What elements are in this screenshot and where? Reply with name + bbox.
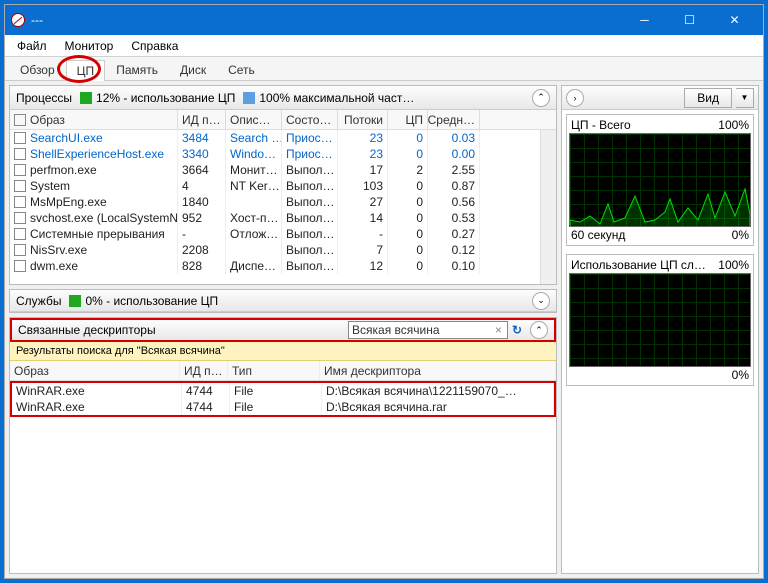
graphs-sidebar: › Вид ▼ ЦП - Всего100% 60 секунд0% Испол… xyxy=(561,85,759,574)
titlebar: --- ─ ☐ ✕ xyxy=(5,5,763,35)
cpu-total-chart xyxy=(569,133,751,227)
table-row[interactable]: MsMpEng.exe1840Выпол…2700.56 xyxy=(10,194,540,210)
maximize-button[interactable]: ☐ xyxy=(667,6,712,34)
table-row[interactable]: perfmon.exe3664Монит…Выпол…1722.55 xyxy=(10,162,540,178)
menu-monitor[interactable]: Монитор xyxy=(57,37,122,55)
refresh-icon[interactable]: ↻ xyxy=(512,323,526,337)
row-checkbox[interactable] xyxy=(14,132,26,144)
row-checkbox[interactable] xyxy=(14,148,26,160)
row-checkbox[interactable] xyxy=(14,260,26,272)
panel-handles: Связанные дескрипторы Всякая всячина × ↻… xyxy=(9,317,557,574)
row-checkbox[interactable] xyxy=(14,196,26,208)
processes-columns: Образ ИД п… Опис… Состо… Потоки ЦП Средн… xyxy=(10,110,556,130)
table-row[interactable]: SearchUI.exe3484Search …Приос…2300.03 xyxy=(10,130,540,146)
panel-services-header[interactable]: Службы 0% - использование ЦП ⌄ xyxy=(10,290,556,312)
tab-overview[interactable]: Обзор xyxy=(9,59,66,80)
view-button[interactable]: Вид xyxy=(684,88,732,108)
panel-processes: Процессы 12% - использование ЦП 100% мак… xyxy=(9,85,557,285)
table-row[interactable]: Системные прерывания-Отлож…Выпол…-00.27 xyxy=(10,226,540,242)
select-all-checkbox[interactable] xyxy=(14,114,26,126)
menu-help[interactable]: Справка xyxy=(123,37,186,55)
panel-processes-title: Процессы xyxy=(16,91,72,105)
tab-memory[interactable]: Память xyxy=(105,59,169,80)
panel-handles-header: Связанные дескрипторы Всякая всячина × ↻… xyxy=(10,318,556,342)
minimize-button[interactable]: ─ xyxy=(622,6,667,34)
table-row[interactable]: WinRAR.exe4744FileD:\Всякая всячина.rar xyxy=(12,399,554,415)
panel-processes-header[interactable]: Процессы 12% - использование ЦП 100% мак… xyxy=(10,86,556,110)
close-button[interactable]: ✕ xyxy=(712,6,757,34)
graph-cpu-service: Использование ЦП сл…100% 0% xyxy=(566,254,754,386)
table-row[interactable]: WinRAR.exe4744FileD:\Всякая всячина\1221… xyxy=(12,383,554,399)
tab-cpu[interactable]: ЦП xyxy=(66,60,106,81)
menu-file[interactable]: Файл xyxy=(9,37,55,55)
tabbar: Обзор ЦП Память Диск Сеть xyxy=(5,57,763,81)
table-row[interactable]: svchost.exe (LocalSystemNet…952Хост-п…Вы… xyxy=(10,210,540,226)
app-icon xyxy=(11,13,25,27)
row-checkbox[interactable] xyxy=(14,228,26,240)
row-checkbox[interactable] xyxy=(14,244,26,256)
handle-search-input[interactable]: Всякая всячина × xyxy=(348,321,508,339)
graph-cpu-total: ЦП - Всего100% 60 секунд0% xyxy=(566,114,754,246)
search-results-header: Результаты поиска для "Всякая всячина" xyxy=(10,342,556,361)
scrollbar[interactable] xyxy=(540,130,556,284)
app-window: --- ─ ☐ ✕ Файл Монитор Справка Обзор ЦП … xyxy=(4,4,764,579)
clear-search-icon[interactable]: × xyxy=(493,323,504,337)
cpu-usage-icon xyxy=(80,92,92,104)
cpu-usage-icon xyxy=(69,295,81,307)
panel-services: Службы 0% - использование ЦП ⌄ xyxy=(9,289,557,313)
window-title: --- xyxy=(31,13,622,27)
expand-button[interactable]: ⌄ xyxy=(532,292,550,310)
tab-network[interactable]: Сеть xyxy=(217,59,266,80)
panel-handles-title: Связанные дескрипторы xyxy=(18,323,156,337)
view-dropdown-button[interactable]: ▼ xyxy=(736,88,754,108)
nav-button[interactable]: › xyxy=(566,89,584,107)
cpu-service-chart xyxy=(569,273,751,367)
row-checkbox[interactable] xyxy=(14,212,26,224)
menubar: Файл Монитор Справка xyxy=(5,35,763,57)
tab-disk[interactable]: Диск xyxy=(169,59,217,80)
collapse-button[interactable]: ⌃ xyxy=(530,321,548,339)
cpu-freq-icon xyxy=(243,92,255,104)
table-row[interactable]: NisSrv.exe2208Выпол…700.12 xyxy=(10,242,540,258)
table-row[interactable]: ShellExperienceHost.exe3340Windo…Приос…2… xyxy=(10,146,540,162)
table-row[interactable]: dwm.exe828Диспе…Выпол…1200.10 xyxy=(10,258,540,274)
graphs-toolbar: › Вид ▼ xyxy=(562,86,758,110)
row-checkbox[interactable] xyxy=(14,164,26,176)
panel-services-title: Службы xyxy=(16,294,61,308)
handles-columns: Образ ИД п… Тип Имя дескриптора xyxy=(10,361,556,381)
table-row[interactable]: System4NT Ker…Выпол…10300.87 xyxy=(10,178,540,194)
collapse-button[interactable]: ⌃ xyxy=(532,89,550,107)
annotation-box: WinRAR.exe4744FileD:\Всякая всячина\1221… xyxy=(10,381,556,417)
row-checkbox[interactable] xyxy=(14,180,26,192)
